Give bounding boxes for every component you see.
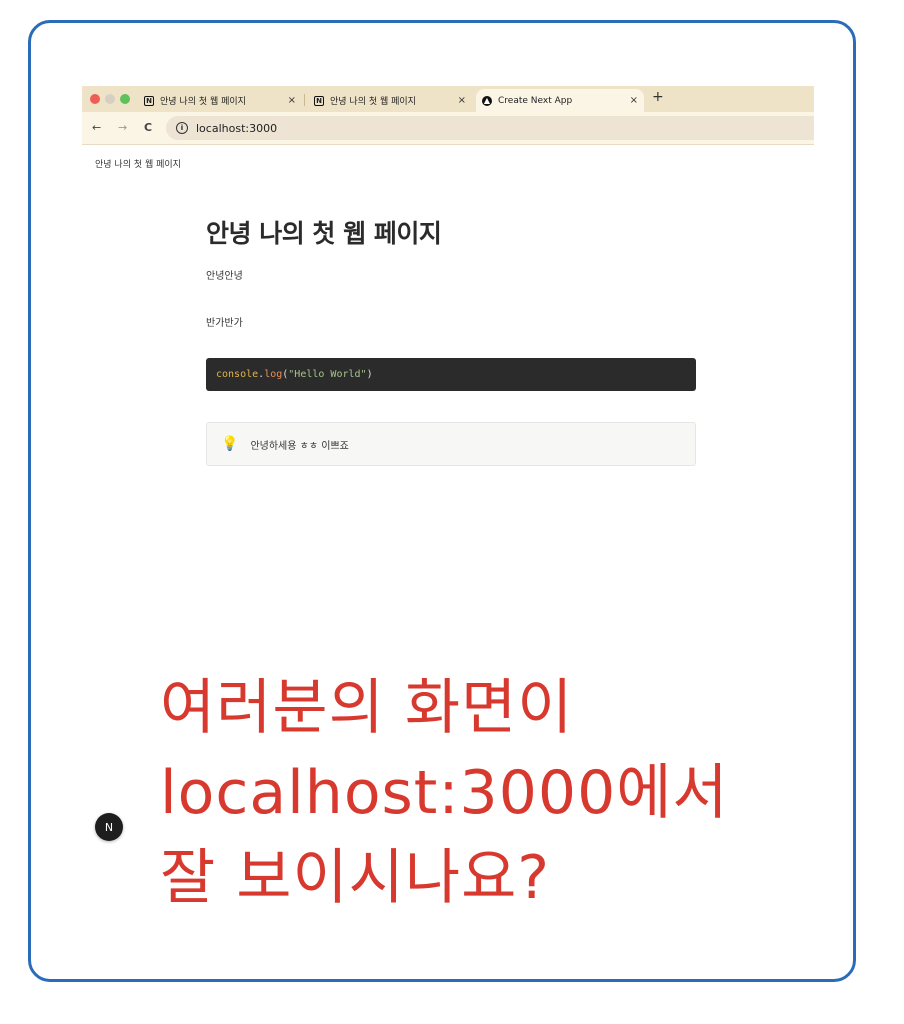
tab-close-button[interactable]: × — [288, 95, 296, 106]
paragraph-1: 안녕안녕 — [206, 271, 243, 282]
callout-box: 💡 안녕하세용 ㅎㅎ 이쁘죠 — [206, 422, 696, 466]
code-token-object: console — [216, 369, 259, 380]
tab-notion-2[interactable]: N 안녕 나의 첫 웹 페이지 × — [308, 89, 472, 112]
annotation-line-2: localhost:3000에서 — [160, 758, 729, 828]
annotation-line-1: 여러분의 화면이 — [160, 673, 574, 743]
maximize-window-button[interactable] — [120, 94, 130, 104]
toolbar-divider — [82, 144, 814, 145]
annotation-line-3: 잘 보이시나요? — [160, 843, 551, 913]
tab-close-button[interactable]: × — [630, 95, 638, 106]
tab-close-button[interactable]: × — [458, 95, 466, 106]
lightbulb-icon: 💡 — [221, 436, 239, 452]
nextjs-dev-badge[interactable]: N — [95, 813, 123, 841]
tab-bar: N 안녕 나의 첫 웹 페이지 × N 안녕 나의 첫 웹 페이지 × ▲ Cr… — [82, 86, 814, 112]
info-icon[interactable]: i — [176, 122, 188, 134]
callout-text: 안녕하세용 ㅎㅎ 이쁘죠 — [250, 440, 349, 452]
tab-separator — [304, 94, 305, 106]
browser-toolbar: ← → C i localhost:3000 — [82, 112, 814, 144]
vercel-triangle-icon: ▲ — [482, 95, 492, 106]
tab-create-next-app[interactable]: ▲ Create Next App × — [476, 89, 644, 112]
site-title[interactable]: 안녕 나의 첫 웹 페이지 — [95, 157, 181, 170]
address-bar[interactable]: i localhost:3000 — [166, 116, 814, 140]
code-token-string: "Hello World" — [288, 369, 367, 380]
tab-label: Create Next App — [498, 95, 573, 106]
code-block: console. log("Hello World") — [206, 358, 696, 391]
reload-icon[interactable]: C — [144, 121, 152, 134]
code-token-function: log — [264, 369, 283, 380]
page-title: 안녕 나의 첫 웹 페이지 — [206, 219, 442, 248]
tab-notion-1[interactable]: N 안녕 나의 첫 웹 페이지 × — [138, 89, 302, 112]
paragraph-2: 반가반가 — [206, 318, 243, 329]
back-arrow-icon[interactable]: ← — [92, 121, 101, 134]
forward-arrow-icon[interactable]: → — [118, 121, 127, 134]
browser-window: N 안녕 나의 첫 웹 페이지 × N 안녕 나의 첫 웹 페이지 × ▲ Cr… — [82, 86, 814, 148]
notion-icon: N — [314, 95, 324, 106]
tab-label: 안녕 나의 첫 웹 페이지 — [160, 97, 246, 107]
new-tab-button[interactable]: + — [652, 89, 664, 105]
close-window-button[interactable] — [90, 94, 100, 104]
url-text: localhost:3000 — [196, 121, 278, 135]
minimize-window-button[interactable] — [105, 94, 115, 104]
code-token-close-paren: ) — [366, 369, 373, 380]
tab-label: 안녕 나의 첫 웹 페이지 — [330, 97, 416, 107]
notion-icon: N — [144, 95, 154, 106]
